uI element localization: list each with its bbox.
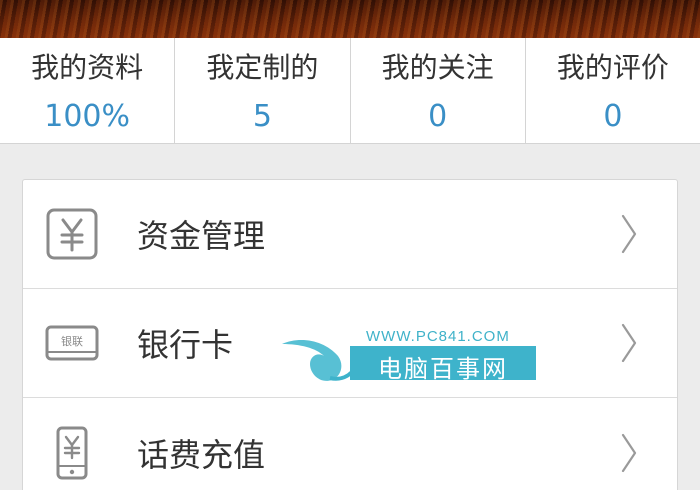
stat-my-follows[interactable]: 我的关注 0 bbox=[351, 38, 526, 143]
profile-banner bbox=[0, 0, 700, 38]
stat-my-profile[interactable]: 我的资料 100% bbox=[0, 38, 176, 143]
chevron-right-icon bbox=[621, 214, 637, 254]
menu-item-label: 银行卡 bbox=[137, 326, 234, 364]
menu-item-label: 话费充值 bbox=[137, 435, 266, 474]
stat-my-subscriptions[interactable]: 我定制的 5 bbox=[175, 38, 351, 143]
menu-item-phone-recharge[interactable]: 话费充值 bbox=[23, 398, 677, 490]
account-menu: 资金管理 银联 银行卡 话费充值 bbox=[22, 179, 678, 490]
stat-label: 我的评价 bbox=[556, 51, 669, 84]
bank-card-icon: 银联 bbox=[45, 316, 99, 370]
chevron-right-icon bbox=[621, 323, 637, 363]
menu-item-fund-management[interactable]: 资金管理 bbox=[23, 180, 677, 289]
bank-card-icon-text: 银联 bbox=[61, 334, 83, 348]
stat-label: 我定制的 bbox=[206, 51, 319, 84]
stat-label: 我的资料 bbox=[31, 51, 144, 84]
stat-value: 100% bbox=[44, 99, 131, 134]
stat-value: 0 bbox=[428, 99, 448, 134]
menu-item-label: 资金管理 bbox=[137, 217, 266, 255]
chevron-right-icon bbox=[621, 433, 637, 473]
phone-recharge-icon bbox=[45, 426, 99, 480]
stat-label: 我的关注 bbox=[381, 51, 494, 84]
yuan-wallet-icon bbox=[45, 207, 99, 261]
menu-item-bank-card[interactable]: 银联 银行卡 bbox=[23, 289, 677, 398]
stats-row: 我的资料 100% 我定制的 5 我的关注 0 我的评价 0 bbox=[0, 38, 700, 144]
stat-value: 0 bbox=[603, 99, 623, 134]
stat-value: 5 bbox=[252, 99, 272, 134]
stat-my-reviews[interactable]: 我的评价 0 bbox=[526, 38, 700, 143]
